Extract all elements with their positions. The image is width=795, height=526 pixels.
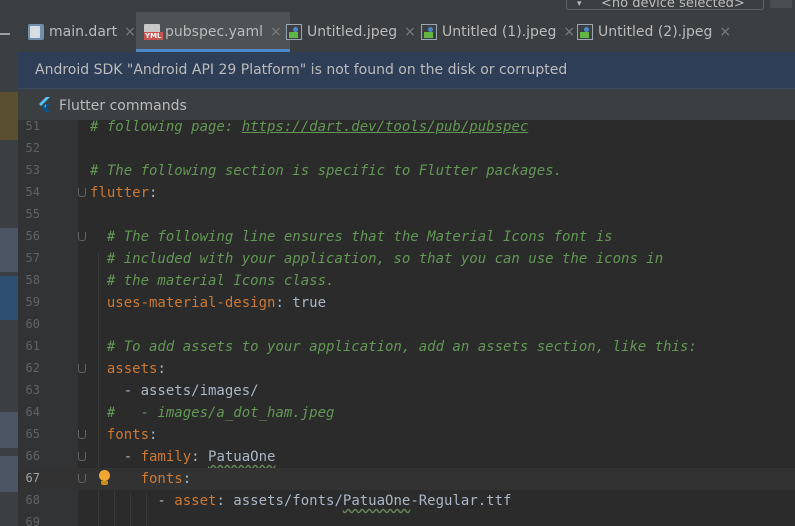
tab-label: Untitled.jpeg: [307, 24, 398, 40]
line-number: 57: [25, 251, 40, 265]
yaml-file-icon: [144, 24, 163, 40]
code-text: # The following section is specific to F…: [90, 163, 563, 179]
code-line[interactable]: 67 fonts:: [18, 468, 795, 490]
banner-message: Android SDK "Android API 29 Platform" is…: [35, 62, 568, 78]
line-number: 55: [25, 207, 40, 221]
line-number: 60: [25, 317, 40, 331]
code-text: - asset: assets/fonts/PatuaOne-Regular.t…: [90, 493, 512, 509]
code-line[interactable]: 61 # To add assets to your application, …: [18, 336, 795, 358]
code-line[interactable]: 55: [18, 204, 795, 226]
line-number: 52: [25, 141, 40, 155]
sdk-warning-banner: Android SDK "Android API 29 Platform" is…: [18, 52, 795, 89]
code-text: # To add assets to your application, add…: [90, 339, 697, 355]
code-text: assets:: [90, 361, 166, 377]
flutter-commands-link[interactable]: Flutter commands: [59, 98, 187, 114]
code-text: # following page: https://dart.dev/tools…: [90, 120, 529, 135]
flutter-icon: [39, 97, 50, 112]
code-text: # included with your application, so tha…: [90, 251, 664, 267]
code-text: # - images/a_dot_ham.jpeg: [90, 405, 335, 421]
line-number: 62: [25, 361, 40, 375]
tab-pubspec-yaml[interactable]: pubspec.yaml ×: [136, 12, 290, 52]
toolbar-more-button[interactable]: [770, 0, 792, 8]
code-text: flutter:: [90, 185, 158, 201]
fold-marker-icon[interactable]: [78, 452, 86, 461]
code-text: fonts:: [90, 427, 158, 443]
code-line[interactable]: 54 flutter:: [18, 182, 795, 204]
line-number: 53: [25, 163, 40, 177]
code-line[interactable]: 62 assets:: [18, 358, 795, 380]
tab-label: Untitled (1).jpeg: [442, 24, 557, 40]
line-number: 69: [25, 515, 40, 526]
left-panel-toggle[interactable]: [0, 12, 18, 52]
line-number: 58: [25, 273, 40, 287]
code-line[interactable]: 68 - asset: assets/fonts/PatuaOne-Regula…: [18, 490, 795, 512]
code-text: uses-material-design: true: [90, 295, 327, 311]
code-line[interactable]: 69: [18, 512, 795, 526]
code-line[interactable]: 56 # The following line ensures that the…: [18, 226, 795, 248]
close-icon[interactable]: ×: [124, 24, 136, 40]
fold-marker-icon[interactable]: [78, 364, 86, 373]
code-line[interactable]: 64 # - images/a_dot_ham.jpeg: [18, 402, 795, 424]
line-number: 68: [25, 493, 40, 507]
line-number: 65: [25, 427, 40, 441]
flutter-commands-bar: Flutter commands: [18, 89, 795, 120]
code-line[interactable]: 51 # following page: https://dart.dev/too…: [18, 120, 795, 138]
line-number: 63: [25, 383, 40, 397]
fold-marker-icon[interactable]: [78, 474, 86, 483]
device-selector-label: <no device selected>: [601, 0, 745, 11]
line-number: 66: [25, 449, 40, 463]
image-file-icon: [577, 24, 593, 40]
code-line[interactable]: 60: [18, 314, 795, 336]
close-icon[interactable]: ×: [270, 24, 282, 40]
device-selector[interactable]: ▾ <no device selected>: [566, 0, 764, 11]
line-number: 51: [25, 120, 40, 133]
top-toolbar: ▾ <no device selected>: [0, 0, 795, 12]
code-text: # the material Icons class.: [90, 273, 335, 289]
tab-untitled-2-jpeg[interactable]: Untitled (2).jpeg ×: [577, 12, 731, 52]
image-file-icon: [286, 24, 302, 40]
dart-file-icon: [28, 24, 44, 40]
line-number: 64: [25, 405, 40, 419]
code-line[interactable]: 58 # the material Icons class.: [18, 270, 795, 292]
left-tool-strip: [0, 52, 18, 526]
code-line[interactable]: 66 - family: PatuaOne: [18, 446, 795, 468]
line-number: 59: [25, 295, 40, 309]
fold-marker-icon[interactable]: [78, 232, 86, 241]
code-editor[interactable]: 51 # following page: https://dart.dev/too…: [18, 120, 795, 526]
close-icon[interactable]: ×: [563, 24, 575, 40]
code-line[interactable]: 59 uses-material-design: true: [18, 292, 795, 314]
code-text: # The following line ensures that the Ma…: [90, 229, 613, 245]
line-number: 67: [25, 471, 40, 485]
fold-marker-icon[interactable]: [78, 430, 86, 439]
line-number: 54: [25, 185, 40, 199]
tab-untitled-1-jpeg[interactable]: Untitled (1).jpeg ×: [421, 12, 575, 52]
tab-label: main.dart: [49, 24, 118, 40]
code-line[interactable]: 65 fonts:: [18, 424, 795, 446]
code-line[interactable]: 52: [18, 138, 795, 160]
line-number: 61: [25, 339, 40, 353]
editor-tab-bar: main.dart × pubspec.yaml × Untitled.jpeg…: [0, 12, 795, 53]
code-line[interactable]: 57 # included with your application, so …: [18, 248, 795, 270]
code-line[interactable]: 63 - assets/images/: [18, 380, 795, 402]
code-line[interactable]: 53 # The following section is specific to…: [18, 160, 795, 182]
tab-untitled-jpeg[interactable]: Untitled.jpeg ×: [286, 12, 416, 52]
fold-marker-icon[interactable]: [78, 188, 86, 197]
line-number: 56: [25, 229, 40, 243]
image-file-icon: [421, 24, 437, 40]
device-dropdown-icon: ▾: [577, 0, 582, 9]
code-text: fonts:: [90, 471, 192, 487]
code-text: - family: PatuaOne: [90, 449, 276, 465]
tab-label: Untitled (2).jpeg: [598, 24, 713, 40]
close-icon[interactable]: ×: [719, 24, 731, 40]
tab-label: pubspec.yaml: [165, 24, 263, 40]
code-text: - assets/images/: [90, 383, 259, 399]
tab-main-dart[interactable]: main.dart ×: [28, 12, 136, 52]
close-icon[interactable]: ×: [404, 24, 416, 40]
